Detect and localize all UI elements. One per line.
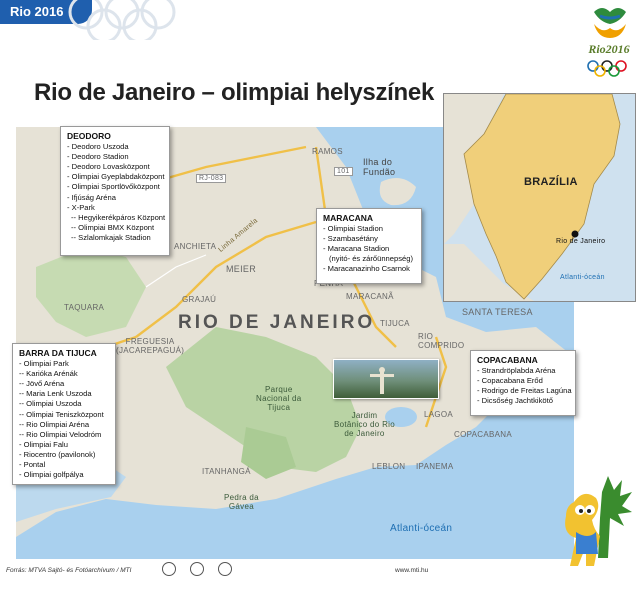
venue-item: - Ifjúság Aréna (67, 192, 116, 202)
venue-item: - Olimpiai Park (19, 359, 69, 369)
olympic-rings-watermark (68, 0, 176, 40)
label-jardim-botanico: Jardim Botânico do Rio de Janeiro (334, 411, 395, 438)
venue-item: - Olimpiai Gyeplabdaközpont (67, 172, 165, 182)
venue-item: (nyitó- és zárőünnepség) (329, 254, 413, 264)
label-taquara: TAQUARA (64, 303, 105, 312)
inset-ocean-label: Atlanti-óceán (560, 274, 605, 281)
venue-title-barra: BARRA DA TIJUCA (19, 348, 97, 358)
venue-item: - Maracana Stadion (323, 244, 390, 254)
venue-item: - Riocentro (pavilonok) (19, 449, 96, 459)
inset-city-label: Rio de Janeiro (556, 238, 606, 245)
venue-item: - Olimpiai Stadion (323, 224, 383, 234)
venue-title-maracana: MARACANA (323, 213, 374, 223)
rio2016-logo (587, 8, 627, 77)
label-rio-comprido: RIO COMPRIDO (418, 332, 465, 350)
label-freguesia: FREGUESIA (JACAREPAGUÁ) (116, 337, 185, 355)
minor-road (145, 254, 207, 288)
venue-item: - Szambasétány (323, 234, 378, 244)
venue-item: - Olimpiai Falu (19, 439, 68, 449)
venue-item: -- Olimpiai BMX Központ (71, 222, 155, 232)
label-ipanema: IPANEMA (416, 462, 454, 471)
venue-item: - Rodrigo de Freitas Lagúna (477, 386, 572, 396)
venue-box-barra: BARRA DA TIJUCA - Olimpiai Park -- Karió… (12, 343, 116, 485)
label-meier: MEIER (226, 264, 257, 274)
venue-box-maracana: MARACANA - Olimpiai Stadion - Szambasétá… (316, 208, 422, 284)
venue-item: - X-Park (67, 202, 95, 212)
road-sign-rj083: RJ-083 (196, 174, 227, 183)
label-anchieta: ANCHIETA (174, 242, 217, 251)
label-santa-teresa: SANTA TERESA (462, 307, 533, 317)
footer-source: Forrás: MTVA Sajtó- és Fotóarchívum / MT… (6, 567, 132, 574)
venue-item: -- Szlalomkajak Stadion (71, 232, 151, 242)
venue-item: - Deodoro Uszoda (67, 142, 129, 152)
venue-item: - Maracanazinho Csarnok (323, 264, 410, 274)
brazil-inset-graphics (444, 94, 621, 301)
venue-box-deodoro: DEODORO - Deodoro Uszoda - Deodoro Stadi… (60, 126, 170, 256)
label-tijuca: TIJUCA (380, 319, 410, 328)
mti-icon (190, 562, 204, 576)
footer-url[interactable]: www.mti.hu (395, 567, 428, 574)
venue-item: - Deodoro Lovasközpont (67, 162, 150, 172)
venue-item: - Olimpiai Sportlövőközpont (67, 182, 160, 192)
brazil-inset-map: BRAZÍLIA Rio de Janeiro Atlanti-óceán (443, 93, 636, 302)
label-rio-de-janeiro: RIO DE JANEIRO (178, 312, 376, 333)
venue-item: -- Hegyikerékpáros Központ (71, 212, 166, 222)
road-sign-101: 101 (334, 167, 353, 176)
label-grajau: GRAJAÚ (182, 295, 217, 304)
venue-item: - Strandröplabda Aréna (477, 366, 556, 376)
label-atlantic-ocean: Atlanti-óceán (390, 523, 453, 534)
venue-item: -- Rio Olimpiai Aréna (19, 419, 90, 429)
label-ilha-fundao: Ilha do Fundão (363, 157, 396, 177)
venue-item: - Copacabana Erőd (477, 376, 543, 386)
venue-item: -- Olimpiai Teniszközpont (19, 409, 104, 419)
christ-redeemer-photo (333, 359, 439, 399)
label-leblon: LEBLON (372, 462, 406, 471)
venue-item: - Olimpiai golfpálya (19, 470, 84, 480)
venue-box-copacabana: COPACABANA - Strandröplabda Aréna - Copa… (470, 350, 576, 416)
venue-title-deodoro: DEODORO (67, 131, 111, 141)
rio-marker (571, 230, 579, 238)
logo-text: Rio2016 (588, 42, 630, 56)
venue-item: -- Olimpiai Uszoda (19, 399, 82, 409)
venue-item: - Pontal (19, 460, 46, 470)
label-ramos: RAMOS (312, 147, 343, 156)
venue-item: - Dicsőség Jachtkikötő (477, 396, 553, 406)
label-itanhanga: ITANHANGÁ (202, 467, 251, 476)
label-copacabana: COPACABANA (454, 430, 512, 439)
pedra-branca (36, 247, 146, 337)
label-pedra-gavea: Pedra da Gávea (224, 493, 259, 511)
vinicius-mascot (565, 476, 632, 566)
label-maracana: MARACANÃ (346, 292, 394, 301)
venue-title-copacabana: COPACABANA (477, 355, 538, 365)
magyar-icon (218, 562, 232, 576)
venue-item: -- Jövő Aréna (19, 379, 65, 389)
mtva-icon (162, 562, 176, 576)
label-parque-tijuca: Parque Nacional da Tijuca (256, 385, 302, 412)
venue-item: -- Maria Lenk Uszoda (19, 389, 92, 399)
venue-item: -- Rio Olimpiai Velodróm (19, 429, 102, 439)
venue-item: -- Karióka Arénák (19, 369, 78, 379)
label-lagoa: LAGOA (424, 410, 454, 419)
venue-item: - Deodoro Stadion (67, 152, 129, 162)
page-title: Rio de Janeiro – olimpiai helyszínek (34, 79, 435, 106)
inset-country-label: BRAZÍLIA (524, 176, 578, 188)
